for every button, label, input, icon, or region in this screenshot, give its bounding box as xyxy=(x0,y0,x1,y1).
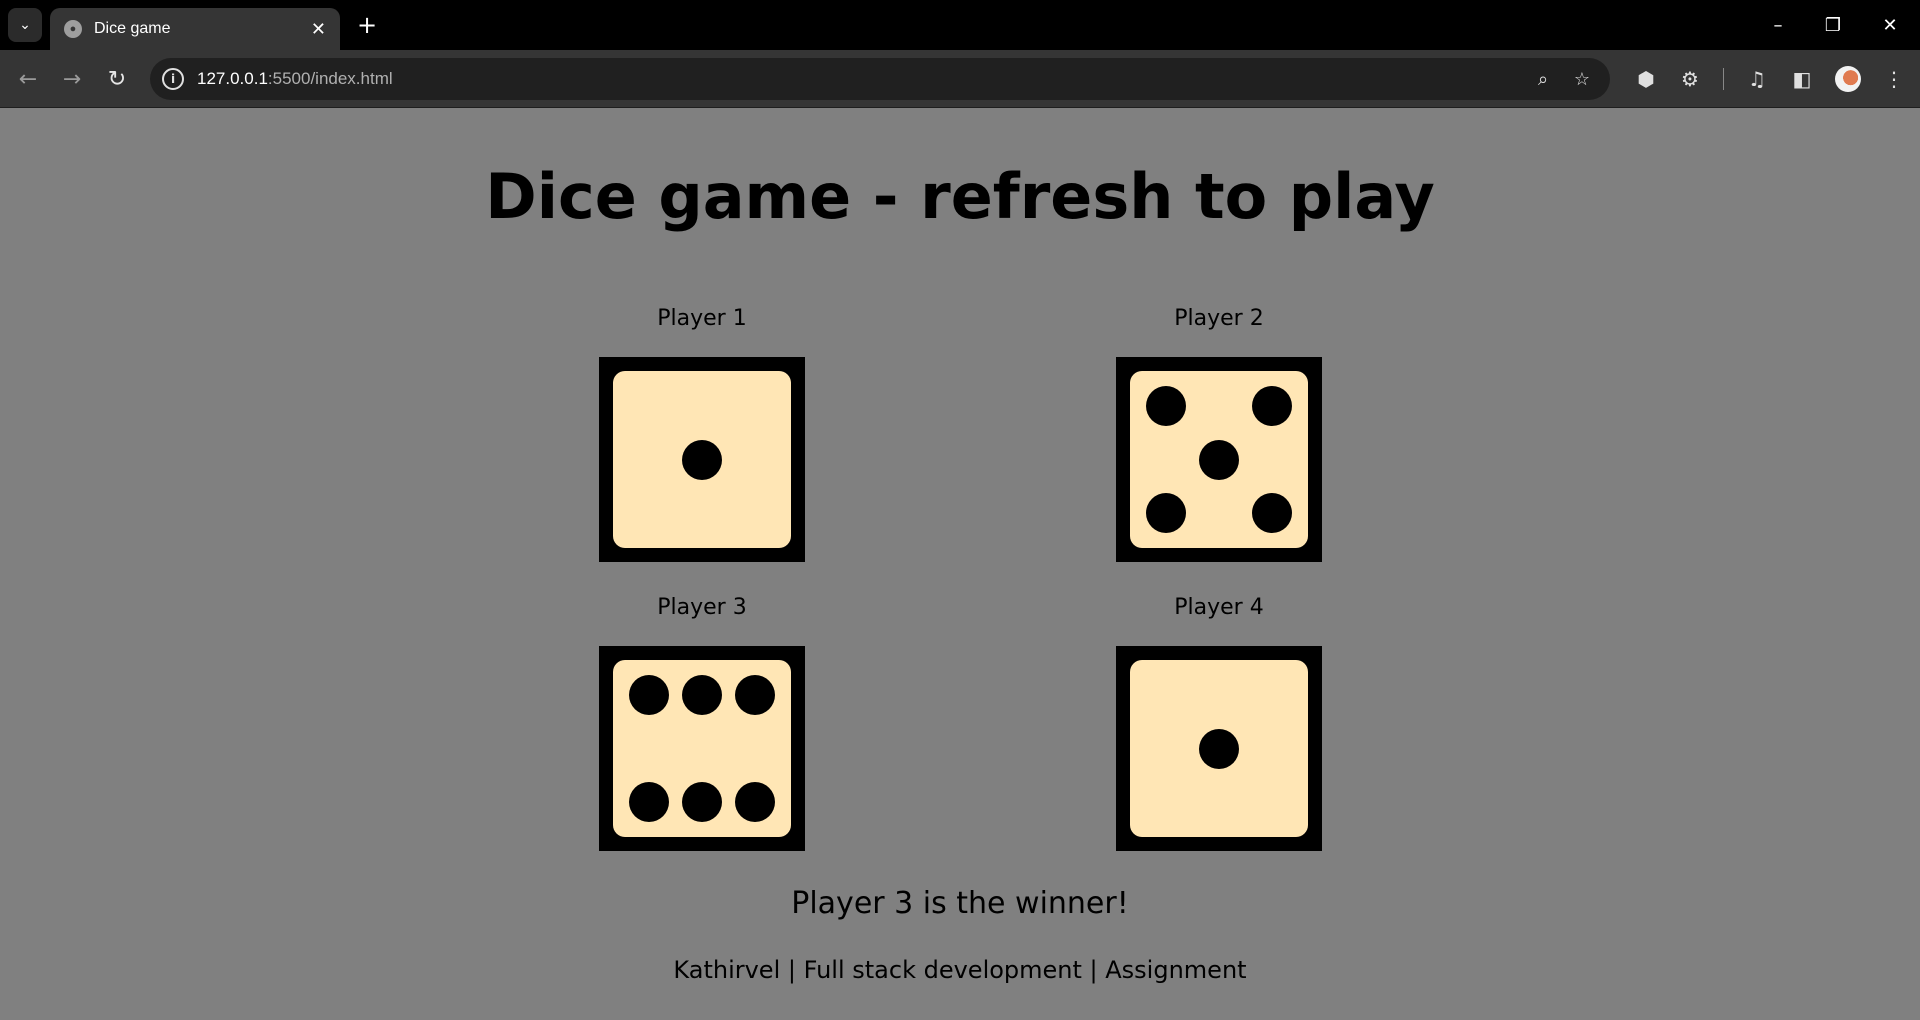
player-label: Player 2 xyxy=(1174,306,1264,331)
die-pip xyxy=(682,781,722,822)
browser-tab-bar: ⌄ ● Dice game ✕ + – ❐ ✕ xyxy=(0,0,1920,50)
back-arrow-icon[interactable]: ← xyxy=(12,63,44,95)
tab-search-chevron-icon[interactable]: ⌄ xyxy=(8,8,42,42)
player-label: Player 3 xyxy=(657,595,747,620)
footer-credit: Kathirvel | Full stack development | Ass… xyxy=(673,956,1247,984)
tab-title: Dice game xyxy=(94,20,171,37)
dice-image xyxy=(599,357,805,562)
die-pip xyxy=(735,675,776,716)
die-face xyxy=(1130,660,1308,837)
url-path: :5500/index.html xyxy=(267,69,393,88)
url-text[interactable]: 127.0.0.1:5500/index.html xyxy=(197,69,393,89)
profile-avatar[interactable] xyxy=(1835,66,1861,92)
browser-tab[interactable]: ● Dice game ✕ xyxy=(50,8,340,50)
dice-image xyxy=(1116,646,1322,851)
close-icon[interactable]: ✕ xyxy=(311,19,326,40)
restore-icon[interactable]: ❐ xyxy=(1813,8,1853,42)
forward-arrow-icon[interactable]: → xyxy=(56,63,88,95)
player-3-card: Player 3 xyxy=(599,595,805,851)
player-2-card: Player 2 xyxy=(1116,306,1322,562)
reload-icon[interactable]: ↻ xyxy=(101,63,133,95)
dice-image xyxy=(599,646,805,851)
die-pip xyxy=(628,781,669,822)
die-face xyxy=(613,660,791,837)
die-pip xyxy=(1145,386,1186,427)
player-label: Player 4 xyxy=(1174,595,1264,620)
side-panel-icon[interactable]: ◧ xyxy=(1788,65,1816,93)
zoom-icon[interactable]: ⌕ xyxy=(1531,67,1555,91)
globe-icon: ● xyxy=(64,20,82,38)
extension-shield-icon[interactable]: ⬢ xyxy=(1632,65,1660,93)
die-pip xyxy=(1199,728,1239,769)
player-label: Player 1 xyxy=(657,306,747,331)
die-pip xyxy=(1252,386,1293,427)
bookmark-star-icon[interactable]: ☆ xyxy=(1570,67,1594,91)
menu-kebab-icon[interactable]: ⋮ xyxy=(1880,65,1908,93)
address-bar[interactable]: i 127.0.0.1:5500/index.html ⌕ ☆ xyxy=(150,58,1610,100)
toolbar-divider xyxy=(1723,68,1724,90)
dice-image xyxy=(1116,357,1322,562)
player-1-card: Player 1 xyxy=(599,306,805,562)
url-host: 127.0.0.1 xyxy=(197,69,268,88)
new-tab-plus-icon[interactable]: + xyxy=(353,11,381,39)
site-info-icon[interactable]: i xyxy=(162,68,184,90)
extensions-puzzle-icon[interactable]: ⚙ xyxy=(1676,65,1704,93)
die-pip xyxy=(682,675,722,716)
die-pip xyxy=(1199,439,1239,480)
minimize-icon[interactable]: – xyxy=(1758,8,1798,42)
page-title: Dice game - refresh to play xyxy=(485,160,1435,233)
window-close-icon[interactable]: ✕ xyxy=(1870,8,1910,42)
player-4-card: Player 4 xyxy=(1116,595,1322,851)
winner-message: Player 3 is the winner! xyxy=(791,886,1129,921)
die-pip xyxy=(682,439,722,480)
die-face xyxy=(613,371,791,548)
die-pip xyxy=(1145,492,1186,533)
die-pip xyxy=(1252,492,1293,533)
media-controls-icon[interactable]: ♫ xyxy=(1743,65,1771,93)
browser-toolbar: ← → ↻ i 127.0.0.1:5500/index.html ⌕ ☆ ⬢ … xyxy=(0,50,1920,108)
die-pip xyxy=(735,781,776,822)
page-content: Dice game - refresh to play Player 1 Pla… xyxy=(0,108,1920,1020)
die-pip xyxy=(628,675,669,716)
die-face xyxy=(1130,371,1308,548)
